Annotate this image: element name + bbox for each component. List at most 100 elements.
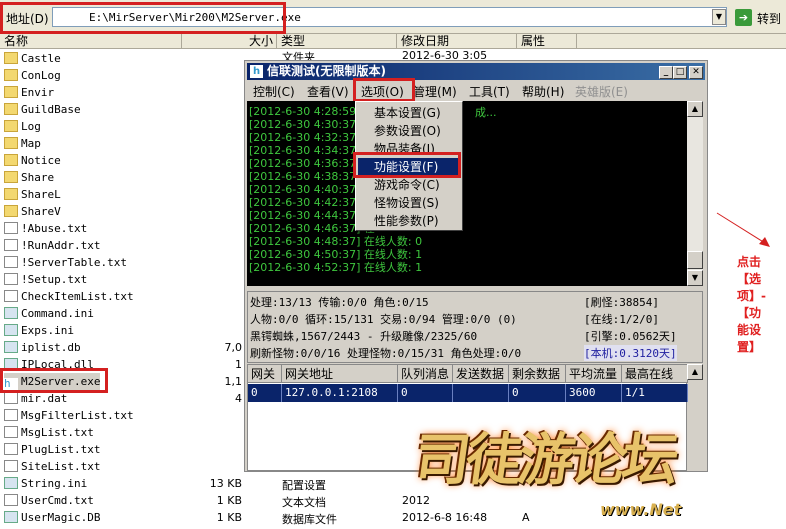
grid-cell[interactable]: 1/1 [622, 384, 688, 402]
grid-cell[interactable]: 0 [398, 384, 453, 402]
file-name: MsgList.txt [21, 426, 94, 439]
grid-cell[interactable]: 0 [509, 384, 566, 402]
file-size: 1,1 [224, 375, 243, 388]
file-item[interactable]: !Abuse.txt [4, 220, 87, 237]
go-arrow-icon[interactable]: ➔ [735, 9, 752, 26]
file-name: Share [21, 171, 55, 184]
file-icon [4, 256, 18, 268]
file-name: Map [21, 137, 41, 150]
address-dropdown-button[interactable]: ▼ [712, 9, 726, 25]
dropdown-item[interactable]: 性能参数(P) [358, 212, 460, 230]
grid-header[interactable]: 队列消息 [398, 365, 453, 383]
file-icon [4, 239, 18, 251]
file-item[interactable]: UserMagic.DB [4, 509, 100, 526]
file-name: GuildBase [21, 103, 81, 116]
file-item[interactable]: !ServerTable.txt [4, 254, 127, 271]
file-name: Log [21, 120, 41, 133]
dropdown-item[interactable]: 怪物设置(S) [358, 194, 460, 212]
dropdown-item[interactable]: 游戏命令(C) [358, 176, 460, 194]
folder-icon [4, 103, 18, 115]
grid-scroll-up[interactable]: ▲ [687, 364, 703, 380]
maximize-button[interactable]: □ [673, 66, 687, 79]
column-date[interactable]: 修改日期 [397, 34, 517, 49]
console-scrollbar[interactable]: ▲ ▼ [687, 101, 703, 286]
file-name: Exps.ini [21, 324, 74, 337]
file-icon [4, 341, 18, 353]
file-name: mir.dat [21, 392, 68, 405]
grid-header[interactable]: 网关 [248, 365, 282, 383]
file-item[interactable]: Command.ini [4, 305, 94, 322]
highlight-function-settings [353, 152, 461, 178]
menu-view[interactable]: 查看(V) [307, 83, 349, 100]
dropdown-item[interactable]: 基本设置(G) [358, 104, 460, 122]
file-item[interactable]: Exps.ini [4, 322, 74, 339]
folder-icon [4, 205, 18, 217]
scroll-thumb[interactable] [687, 251, 703, 269]
menu-hero[interactable]: 英雄版(E) [575, 83, 628, 100]
file-name: ConLog [21, 69, 61, 82]
file-item[interactable]: UserCmd.txt [4, 492, 94, 509]
file-item[interactable]: CheckItemList.txt [4, 288, 134, 305]
menu-manage[interactable]: 管理(M) [413, 83, 457, 100]
file-date: 2012-6-8 16:48 [402, 511, 488, 524]
file-item[interactable]: ShareL [4, 186, 61, 203]
grid-cell[interactable] [453, 384, 509, 402]
grid-header[interactable]: 剩余数据 [509, 365, 566, 383]
column-name[interactable]: 名称 [0, 34, 182, 49]
dropdown-item[interactable]: 参数设置(O) [358, 122, 460, 140]
grid-header[interactable]: 发送数据 [453, 365, 509, 383]
file-item[interactable]: Share [4, 169, 54, 186]
window-titlebar[interactable]: h 信联测试(无限制版本) _ □ ✕ [247, 63, 705, 80]
file-item[interactable]: ShareV [4, 203, 61, 220]
file-item[interactable]: MsgFilterList.txt [4, 407, 134, 424]
column-size[interactable]: 大小 [182, 34, 277, 49]
file-size: 4 [235, 392, 242, 405]
file-item[interactable]: !RunAddr.txt [4, 237, 100, 254]
file-item[interactable]: Notice [4, 152, 61, 169]
close-button[interactable]: ✕ [689, 66, 703, 79]
file-name: PlugList.txt [21, 443, 101, 456]
status-metric: [刷怪:38854] [584, 296, 659, 309]
file-item[interactable]: !Setup.txt [4, 271, 87, 288]
file-icon [4, 426, 18, 438]
file-name: iplist.db [21, 341, 81, 354]
file-attr: A [522, 511, 530, 524]
status-panel: 处理:13/13 传输:0/0 角色:0/15 人物:0/0 循环:15/131 … [247, 291, 703, 363]
grid-header[interactable]: 平均流量 [566, 365, 622, 383]
file-item[interactable]: iplist.db [4, 339, 81, 356]
status-line: 刷新怪物:0/0/16 处理怪物:0/15/31 角色处理:0/0 [250, 347, 522, 360]
go-button[interactable]: 转到 [757, 10, 781, 27]
file-name: Castle [21, 52, 61, 65]
file-item[interactable]: Castle [4, 50, 61, 67]
scroll-down-button[interactable]: ▼ [687, 270, 703, 286]
file-item[interactable]: String.ini [4, 475, 87, 492]
file-item[interactable]: Envir [4, 84, 54, 101]
file-item[interactable]: Map [4, 135, 41, 152]
file-icon [4, 290, 18, 302]
file-item[interactable]: Log [4, 118, 41, 135]
status-line: 处理:13/13 传输:0/0 角色:0/15 [250, 296, 429, 309]
column-attr[interactable]: 属性 [517, 34, 577, 49]
file-item[interactable]: MsgList.txt [4, 424, 94, 441]
minimize-button[interactable]: _ [659, 66, 673, 79]
log-line: [2012-6-30 4:52:37] 在线人数: 1 [249, 261, 423, 274]
file-icon [4, 324, 18, 336]
grid-header[interactable]: 网关地址 [282, 365, 398, 383]
watermark-url: www.Net [600, 500, 682, 519]
menu-help[interactable]: 帮助(H) [522, 83, 564, 100]
grid-cell[interactable]: 0 [248, 384, 282, 402]
grid-cell[interactable]: 3600 [566, 384, 622, 402]
scroll-up-button[interactable]: ▲ [687, 101, 703, 117]
menu-control[interactable]: 控制(C) [253, 83, 295, 100]
grid-header[interactable]: 最高在线 [622, 365, 688, 383]
log-console[interactable]: [2012-6-30 4:28:59] 重 [2012-6-30 4:30:37]… [247, 101, 687, 286]
file-name: SiteList.txt [21, 460, 101, 473]
menu-tools[interactable]: 工具(T) [469, 83, 510, 100]
column-type[interactable]: 类型 [277, 34, 397, 49]
file-item[interactable]: PlugList.txt [4, 441, 100, 458]
file-item[interactable]: ConLog [4, 67, 61, 84]
file-item[interactable]: SiteList.txt [4, 458, 100, 475]
file-item[interactable]: GuildBase [4, 101, 81, 118]
file-type: 文本文档 [282, 496, 326, 509]
grid-cell[interactable]: 127.0.0.1:2108 [282, 384, 398, 402]
